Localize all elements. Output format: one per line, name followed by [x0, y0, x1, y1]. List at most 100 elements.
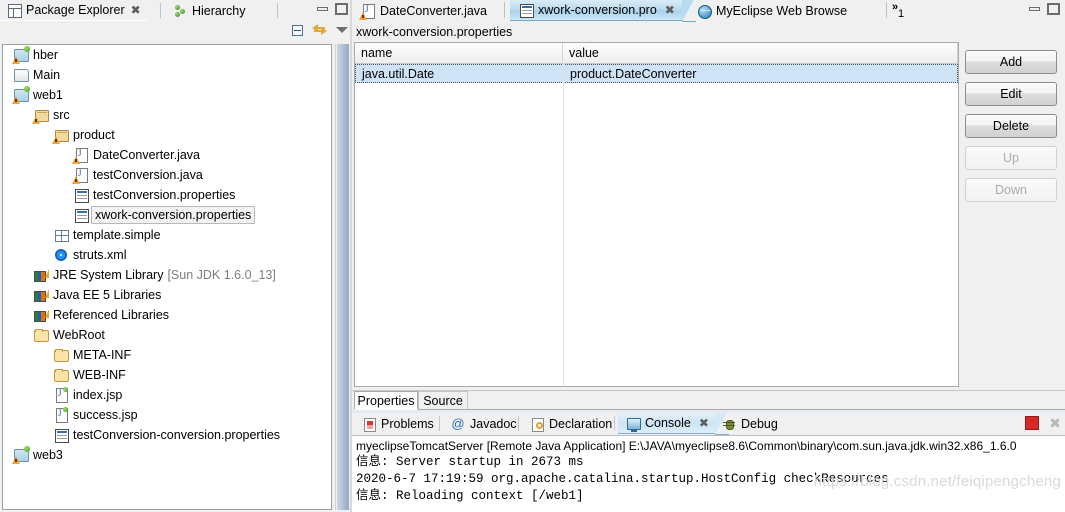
close-icon[interactable]: ✖ — [695, 417, 709, 429]
package-explorer-toolbar — [0, 21, 352, 43]
tab-xwork-conversion-properties-label: xwork-conversion.pro — [538, 3, 657, 17]
tree-item[interactable]: product — [3, 125, 331, 145]
tree-item[interactable]: META-INF — [3, 345, 331, 365]
tree-item[interactable]: web3 — [3, 445, 331, 465]
console-icon — [625, 415, 641, 432]
tree-vertical-scrollbar[interactable] — [335, 44, 350, 510]
tree-item[interactable]: DateConverter.java — [3, 145, 331, 165]
editor-window-controls — [1029, 3, 1060, 15]
maximize-icon[interactable] — [1047, 3, 1060, 15]
column-header-value[interactable]: value — [563, 43, 958, 63]
table-row-empty[interactable] — [355, 102, 958, 121]
tab-divider — [160, 3, 161, 18]
page-tab-source[interactable]: Source — [418, 391, 468, 410]
properties-file-icon — [518, 2, 534, 18]
minimize-icon[interactable] — [317, 3, 328, 12]
editor-area: DateConverter.java xwork-conversion.pro … — [352, 0, 1065, 512]
tab-myeclipse-web-browser-label: MyEclipse Web Browse — [716, 3, 848, 18]
tab-xwork-conversion-properties[interactable]: xwork-conversion.pro ✖ — [510, 0, 696, 22]
table-row-empty[interactable] — [355, 178, 958, 197]
java-file-icon — [72, 167, 89, 184]
properties-table[interactable]: name value java.util.Date product.DateCon… — [354, 42, 959, 387]
tab-declaration[interactable]: Declaration — [522, 413, 619, 434]
table-row-empty[interactable] — [355, 235, 958, 254]
table-row-empty[interactable] — [355, 311, 958, 330]
tree-item[interactable]: xwork-conversion.properties — [3, 205, 331, 225]
maximize-icon[interactable] — [335, 3, 348, 15]
minimize-icon[interactable] — [1029, 3, 1040, 12]
tab-dateconverter-java-label: DateConverter.java — [380, 3, 488, 18]
tab-javadoc[interactable]: @ Javadoc — [443, 413, 524, 434]
tree-item[interactable]: success.jsp — [3, 405, 331, 425]
tree-item-label: testConversion.java — [93, 168, 203, 182]
tab-console[interactable]: Console ✖ — [618, 413, 729, 435]
tab-debug[interactable]: Debug — [714, 413, 785, 434]
close-icon[interactable]: ✖ — [125, 4, 141, 16]
library-icon — [33, 307, 49, 323]
table-row-empty[interactable] — [355, 140, 958, 159]
cell-value: product.DateConverter — [570, 66, 697, 81]
tree-item[interactable]: WebRoot — [3, 325, 331, 345]
tree-item-label: JRE System Library — [53, 268, 164, 282]
delete-button[interactable]: Delete — [965, 114, 1057, 138]
table-row-empty[interactable] — [355, 83, 958, 102]
tab-package-explorer[interactable]: Package Explorer ✖ — [0, 0, 160, 22]
tree-item[interactable]: hber — [3, 45, 331, 65]
tab-divider — [439, 416, 440, 431]
tree-item-label: web3 — [33, 448, 63, 462]
table-row-empty[interactable] — [355, 121, 958, 140]
tree-item[interactable]: WEB-INF — [3, 365, 331, 385]
tab-dateconverter-java[interactable]: DateConverter.java — [352, 0, 495, 21]
tree-item[interactable]: Main — [3, 65, 331, 85]
close-icon[interactable]: ✖ — [661, 4, 675, 16]
tree-item-label: testConversion.properties — [93, 188, 236, 202]
editor-page-tabs: Properties Source — [352, 390, 1065, 411]
link-with-editor-icon[interactable] — [312, 23, 327, 36]
edit-button[interactable]: Edit — [965, 82, 1057, 106]
remove-all-terminated-icon[interactable]: ✖ — [1049, 416, 1061, 430]
tab-hierarchy-label: Hierarchy — [192, 3, 246, 18]
tree-item[interactable]: template.simple — [3, 225, 331, 245]
table-row[interactable]: java.util.Date product.DateConverter — [355, 64, 958, 83]
table-row-empty[interactable] — [355, 349, 958, 368]
tab-hierarchy[interactable]: Hierarchy — [166, 0, 252, 21]
tree-item[interactable]: JRE System Library [Sun JDK 1.6.0_13] — [3, 265, 331, 285]
table-row-empty[interactable] — [355, 330, 958, 349]
tree-item-label: template.simple — [73, 228, 161, 242]
tree-item[interactable]: index.jsp — [3, 385, 331, 405]
add-button[interactable]: Add — [965, 50, 1057, 74]
tree-item[interactable]: Java EE 5 Libraries — [3, 285, 331, 305]
tree-item[interactable]: testConversion.properties — [3, 185, 331, 205]
table-row-empty[interactable] — [355, 254, 958, 273]
properties-editor-body: name value java.util.Date product.DateCon… — [352, 42, 1065, 390]
collapse-all-icon[interactable] — [289, 23, 303, 36]
tab-problems[interactable]: Problems — [354, 413, 441, 434]
view-menu-icon[interactable] — [336, 26, 348, 33]
table-row-empty[interactable] — [355, 368, 958, 386]
terminate-button[interactable] — [1025, 416, 1040, 430]
table-row-empty[interactable] — [355, 159, 958, 178]
console-view-tabbar: Problems @ Javadoc Declaration Console ✖… — [352, 413, 1065, 435]
tree-item-label: META-INF — [73, 348, 132, 362]
tab-myeclipse-web-browser[interactable]: MyEclipse Web Browse — [688, 0, 855, 21]
tree-item[interactable]: src — [3, 105, 331, 125]
page-tab-properties[interactable]: Properties — [354, 391, 418, 410]
console-output[interactable]: myeclipseTomcatServer [Remote Java Appli… — [352, 435, 1065, 512]
table-row-empty[interactable] — [355, 216, 958, 235]
web-browser-icon — [696, 3, 712, 19]
project-tree[interactable]: hber Main web1 srcproduct DateConverter.java… — [2, 44, 332, 510]
table-row-empty[interactable] — [355, 273, 958, 292]
tree-item[interactable]: Referenced Libraries — [3, 305, 331, 325]
tab-javadoc-label: Javadoc — [470, 416, 517, 431]
tree-item[interactable]: testConversion-conversion.properties — [3, 425, 331, 445]
table-row-empty[interactable] — [355, 197, 958, 216]
declaration-icon — [529, 416, 545, 432]
tree-item[interactable]: struts.xml — [3, 245, 331, 265]
tree-item[interactable]: testConversion.java — [3, 165, 331, 185]
table-body: java.util.Date product.DateConverter — [355, 64, 958, 386]
tree-item-label: xwork-conversion.properties — [91, 206, 256, 224]
table-row-empty[interactable] — [355, 292, 958, 311]
tree-item[interactable]: web1 — [3, 85, 331, 105]
column-header-name[interactable]: name — [355, 43, 563, 63]
tree-item-label: Referenced Libraries — [53, 308, 170, 322]
